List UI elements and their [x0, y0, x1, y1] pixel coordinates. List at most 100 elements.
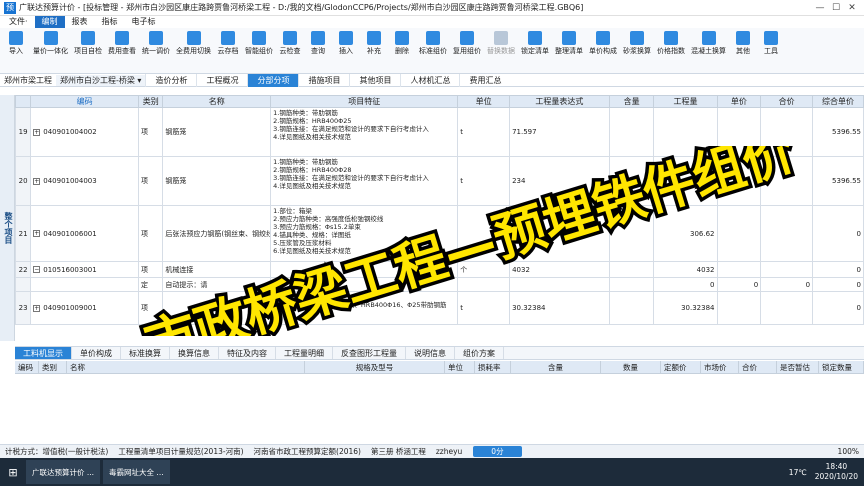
detail-col-loss[interactable]: 损耗率: [475, 361, 511, 373]
col-feature[interactable]: 项目特征: [270, 95, 459, 108]
cell-feature[interactable]: 1.部位：箱梁 2.预应力筋种类：高强度低松弛钢绞线 3.预应力筋规格：Φs15…: [270, 205, 459, 262]
toolbar-button-5[interactable]: 全费用切换: [176, 31, 211, 56]
toolbar-button-17[interactable]: 整理清单: [555, 31, 583, 56]
toolbar-button-14[interactable]: 复用组价: [453, 31, 481, 56]
cell-qty[interactable]: 306.62: [653, 205, 718, 262]
cell-content[interactable]: [608, 107, 655, 157]
cell-unitcost[interactable]: 0: [812, 291, 864, 325]
menu-e-bid[interactable]: 电子标: [125, 16, 163, 28]
toolbar-button-2[interactable]: 项目自检: [74, 31, 102, 56]
cell-type[interactable]: 项: [138, 107, 164, 157]
cell-unitcost[interactable]: 5396.55: [812, 107, 864, 157]
toolbar-button-22[interactable]: 其他: [732, 31, 754, 56]
col-price[interactable]: 单价: [716, 95, 762, 108]
status-zoom[interactable]: 100%: [833, 447, 864, 456]
col-total[interactable]: 合价: [760, 95, 814, 108]
toolbar-button-3[interactable]: 费用查看: [108, 31, 136, 56]
cell-code[interactable]: +040901004003: [30, 156, 140, 206]
project-tree-strip[interactable]: 整个项目: [0, 95, 15, 341]
cell-name[interactable]: 钢筋笼: [162, 107, 272, 157]
detail-col-name[interactable]: 名称: [67, 361, 305, 373]
tab-resources[interactable]: 人材机汇总: [400, 73, 459, 87]
cell-feature[interactable]: 1.钢板、带肋钢筋 2.材料规格：20、30厚钢板、HRB400Φ16、Φ25带…: [270, 291, 459, 325]
windows-start-icon[interactable]: ⊞: [0, 460, 26, 484]
tab-overview[interactable]: 工程概况: [196, 73, 247, 87]
cell-no[interactable]: [15, 277, 32, 292]
cell-total[interactable]: [760, 291, 814, 325]
cell-content[interactable]: [608, 205, 655, 262]
cell-name[interactable]: 机械连接: [162, 261, 272, 278]
cell-qty[interactable]: 0: [653, 277, 718, 292]
cell-content[interactable]: [608, 291, 655, 325]
cell-expr[interactable]: 71.597: [509, 107, 610, 157]
cell-unit[interactable]: t: [457, 107, 511, 157]
cell-type[interactable]: 定: [138, 277, 164, 292]
maximize-icon[interactable]: ☐: [828, 3, 844, 13]
expand-icon[interactable]: +: [33, 177, 41, 185]
table-row[interactable]: 19 +040901004002 项钢筋笼 1.钢筋种类：带肋钢筋 2.钢筋规格：HR…: [15, 107, 864, 157]
cell-qty[interactable]: 234.612: [653, 156, 718, 206]
expand-icon[interactable]: +: [33, 304, 41, 312]
detail-col-provisional[interactable]: 是否暂估: [777, 361, 819, 373]
cell-total[interactable]: [760, 156, 814, 206]
cell-no[interactable]: 21: [15, 205, 32, 262]
cell-code[interactable]: +040901006001: [30, 205, 140, 262]
toolbar-button-21[interactable]: 混凝土换算: [691, 31, 726, 56]
cell-expr[interactable]: 30.32384: [509, 291, 610, 325]
toolbar-button-1[interactable]: 量价一体化: [33, 31, 68, 56]
tab-items[interactable]: 分部分项: [247, 73, 299, 87]
cell-no[interactable]: 23: [15, 291, 32, 325]
taskbar-app-glodon[interactable]: 广联达预算计价 ...: [26, 460, 101, 484]
cell-code[interactable]: +040901009001: [30, 291, 140, 325]
detail-col-count[interactable]: 数量: [601, 361, 661, 373]
expand-icon[interactable]: −: [33, 266, 41, 273]
tab-measures[interactable]: 措施项目: [298, 73, 349, 87]
expand-icon[interactable]: +: [33, 230, 41, 237]
cell-qty[interactable]: [653, 107, 718, 157]
cell-unit[interactable]: [457, 277, 511, 292]
col-expr[interactable]: 工程量表达式: [509, 95, 610, 108]
cell-price[interactable]: [716, 291, 762, 325]
col-name[interactable]: 名称: [162, 95, 272, 108]
detail-col-spec[interactable]: 规格及型号: [305, 361, 445, 373]
tab-fee-summary[interactable]: 费用汇总: [459, 73, 510, 87]
toolbar-button-4[interactable]: 统一调价: [142, 31, 170, 56]
table-row[interactable]: 23 +040901009001 项 1.钢板、带肋钢筋 2.材料规格：20、30厚钢…: [15, 291, 864, 325]
col-unitcost[interactable]: 综合单价: [812, 95, 864, 108]
cell-expr[interactable]: 234: [509, 156, 610, 206]
cell-no[interactable]: 20: [15, 156, 32, 206]
cell-content[interactable]: [608, 261, 655, 278]
detail-col-content[interactable]: 含量: [511, 361, 601, 373]
tab-cost-analysis[interactable]: 造价分析: [145, 73, 196, 87]
cell-unit[interactable]: [457, 205, 511, 262]
cell-expr[interactable]: 4032: [509, 261, 610, 278]
cell-total[interactable]: [760, 205, 814, 262]
toolbar-button-6[interactable]: 云存档: [217, 31, 239, 56]
cell-total[interactable]: [760, 107, 814, 157]
toolbar-button-9[interactable]: 查询: [307, 31, 329, 56]
cell-code[interactable]: [30, 277, 140, 292]
cell-qty[interactable]: 4032: [653, 261, 718, 278]
toolbar-button-15[interactable]: 替换数据: [487, 31, 515, 56]
detail-col-market-price[interactable]: 市场价: [701, 361, 739, 373]
cell-name[interactable]: 钢筋笼: [162, 156, 272, 206]
toolbar-button-8[interactable]: 云检查: [279, 31, 301, 56]
cell-content[interactable]: [608, 277, 655, 292]
detail-tab-materials[interactable]: 工料机显示: [15, 347, 72, 359]
col-code[interactable]: 编码: [30, 95, 140, 108]
tab-other[interactable]: 其他项目: [349, 73, 400, 87]
menu-index[interactable]: 指标: [95, 16, 125, 28]
toolbar-button-18[interactable]: 单价构成: [589, 31, 617, 56]
toolbar-button-13[interactable]: 标准组价: [419, 31, 447, 56]
cell-qty[interactable]: 30.32384: [653, 291, 718, 325]
expand-icon[interactable]: +: [33, 128, 41, 136]
col-unit[interactable]: 单位: [457, 95, 511, 108]
table-row[interactable]: 20 +040901004003 项钢筋笼 1.钢筋种类：带肋钢筋 2.钢筋规格：HR…: [15, 156, 864, 206]
cell-total[interactable]: 0: [760, 277, 814, 292]
table-row[interactable]: 21 +040901006001 项后张法预应力钢筋(钢丝束、钢绞线) 1.部位：箱梁…: [15, 205, 864, 262]
cell-name[interactable]: [162, 291, 272, 325]
clock[interactable]: 18:40 2020/10/20: [815, 462, 858, 482]
menu-file[interactable]: 文件·: [2, 16, 35, 28]
detail-tab-features[interactable]: 特征及内容: [219, 347, 276, 359]
toolbar-button-16[interactable]: 锁定清单: [521, 31, 549, 56]
